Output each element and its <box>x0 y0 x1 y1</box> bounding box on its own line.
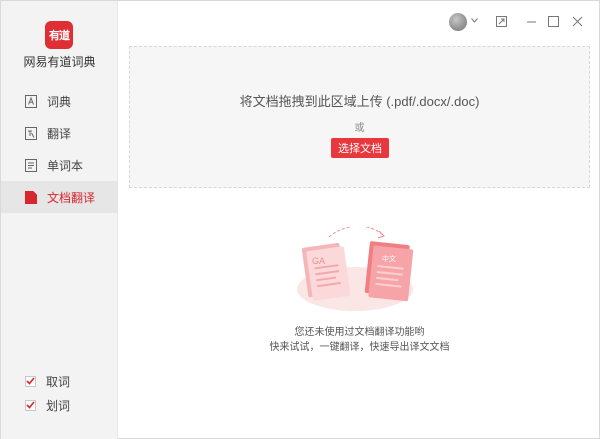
wordbook-icon <box>25 158 37 172</box>
drop-instruction: 将文档拖拽到此区域上传 (.pdf/.docx/.doc) <box>239 94 480 109</box>
sidebar-item-label: 词典 <box>47 94 72 109</box>
or-label: 或 <box>354 123 365 134</box>
sidebar-item-label: 文档翻译 <box>47 190 96 205</box>
sidebar-options: 取词 划词 <box>25 369 70 417</box>
option-label: 划词 <box>46 398 71 413</box>
app-name: 网易有道词典 <box>23 55 96 69</box>
maximize-icon[interactable] <box>547 15 559 27</box>
app-window: 有道 网易有道词典 词典 翻译 单词本 文档翻译 取词 划词 将文档拖拽到此区域… <box>0 0 600 439</box>
app-logo: 有道 <box>45 21 73 49</box>
dictionary-icon <box>25 94 37 108</box>
mini-mode-icon[interactable] <box>495 15 507 27</box>
checkmark-icon <box>26 401 35 409</box>
checkbox[interactable] <box>25 399 36 411</box>
empty-state-line-2: 快来试试，一键翻译，快速导出译文文档 <box>269 342 450 353</box>
minimize-icon[interactable] <box>525 15 537 27</box>
checkbox[interactable] <box>25 375 36 387</box>
option-label: 取词 <box>46 374 71 389</box>
upload-drop-zone[interactable]: 将文档拖拽到此区域上传 (.pdf/.docx/.doc) 或 选择文档 <box>129 46 590 188</box>
option-capture-word[interactable]: 取词 <box>25 369 70 393</box>
sidebar-item-dictionary[interactable]: 词典 <box>1 85 118 117</box>
select-document-button[interactable]: 选择文档 <box>331 138 389 158</box>
avatar[interactable] <box>449 13 467 31</box>
sidebar-item-label: 翻译 <box>47 126 72 141</box>
title-bar <box>419 1 599 41</box>
target-doc-label: 中文 <box>382 254 396 263</box>
empty-state-line-1: 您还未使用过文档翻译功能哟 <box>294 327 425 338</box>
chevron-down-icon[interactable] <box>471 15 478 25</box>
option-select-word[interactable]: 划词 <box>25 393 70 417</box>
sidebar-item-translate[interactable]: 翻译 <box>1 117 118 149</box>
close-icon[interactable] <box>571 15 583 27</box>
document-icon <box>25 190 37 204</box>
sidebar-nav: 词典 翻译 单词本 文档翻译 <box>1 85 118 213</box>
source-doc-label: GA <box>312 256 325 266</box>
sidebar: 有道 网易有道词典 词典 翻译 单词本 文档翻译 取词 划词 <box>1 1 118 439</box>
checkmark-icon <box>26 377 35 385</box>
document-translate-illustration: GA 中文 <box>295 225 425 313</box>
sidebar-item-label: 单词本 <box>47 158 84 173</box>
translate-icon <box>25 126 37 140</box>
sidebar-item-wordbook[interactable]: 单词本 <box>1 149 118 181</box>
sidebar-item-document-translate[interactable]: 文档翻译 <box>1 181 118 213</box>
